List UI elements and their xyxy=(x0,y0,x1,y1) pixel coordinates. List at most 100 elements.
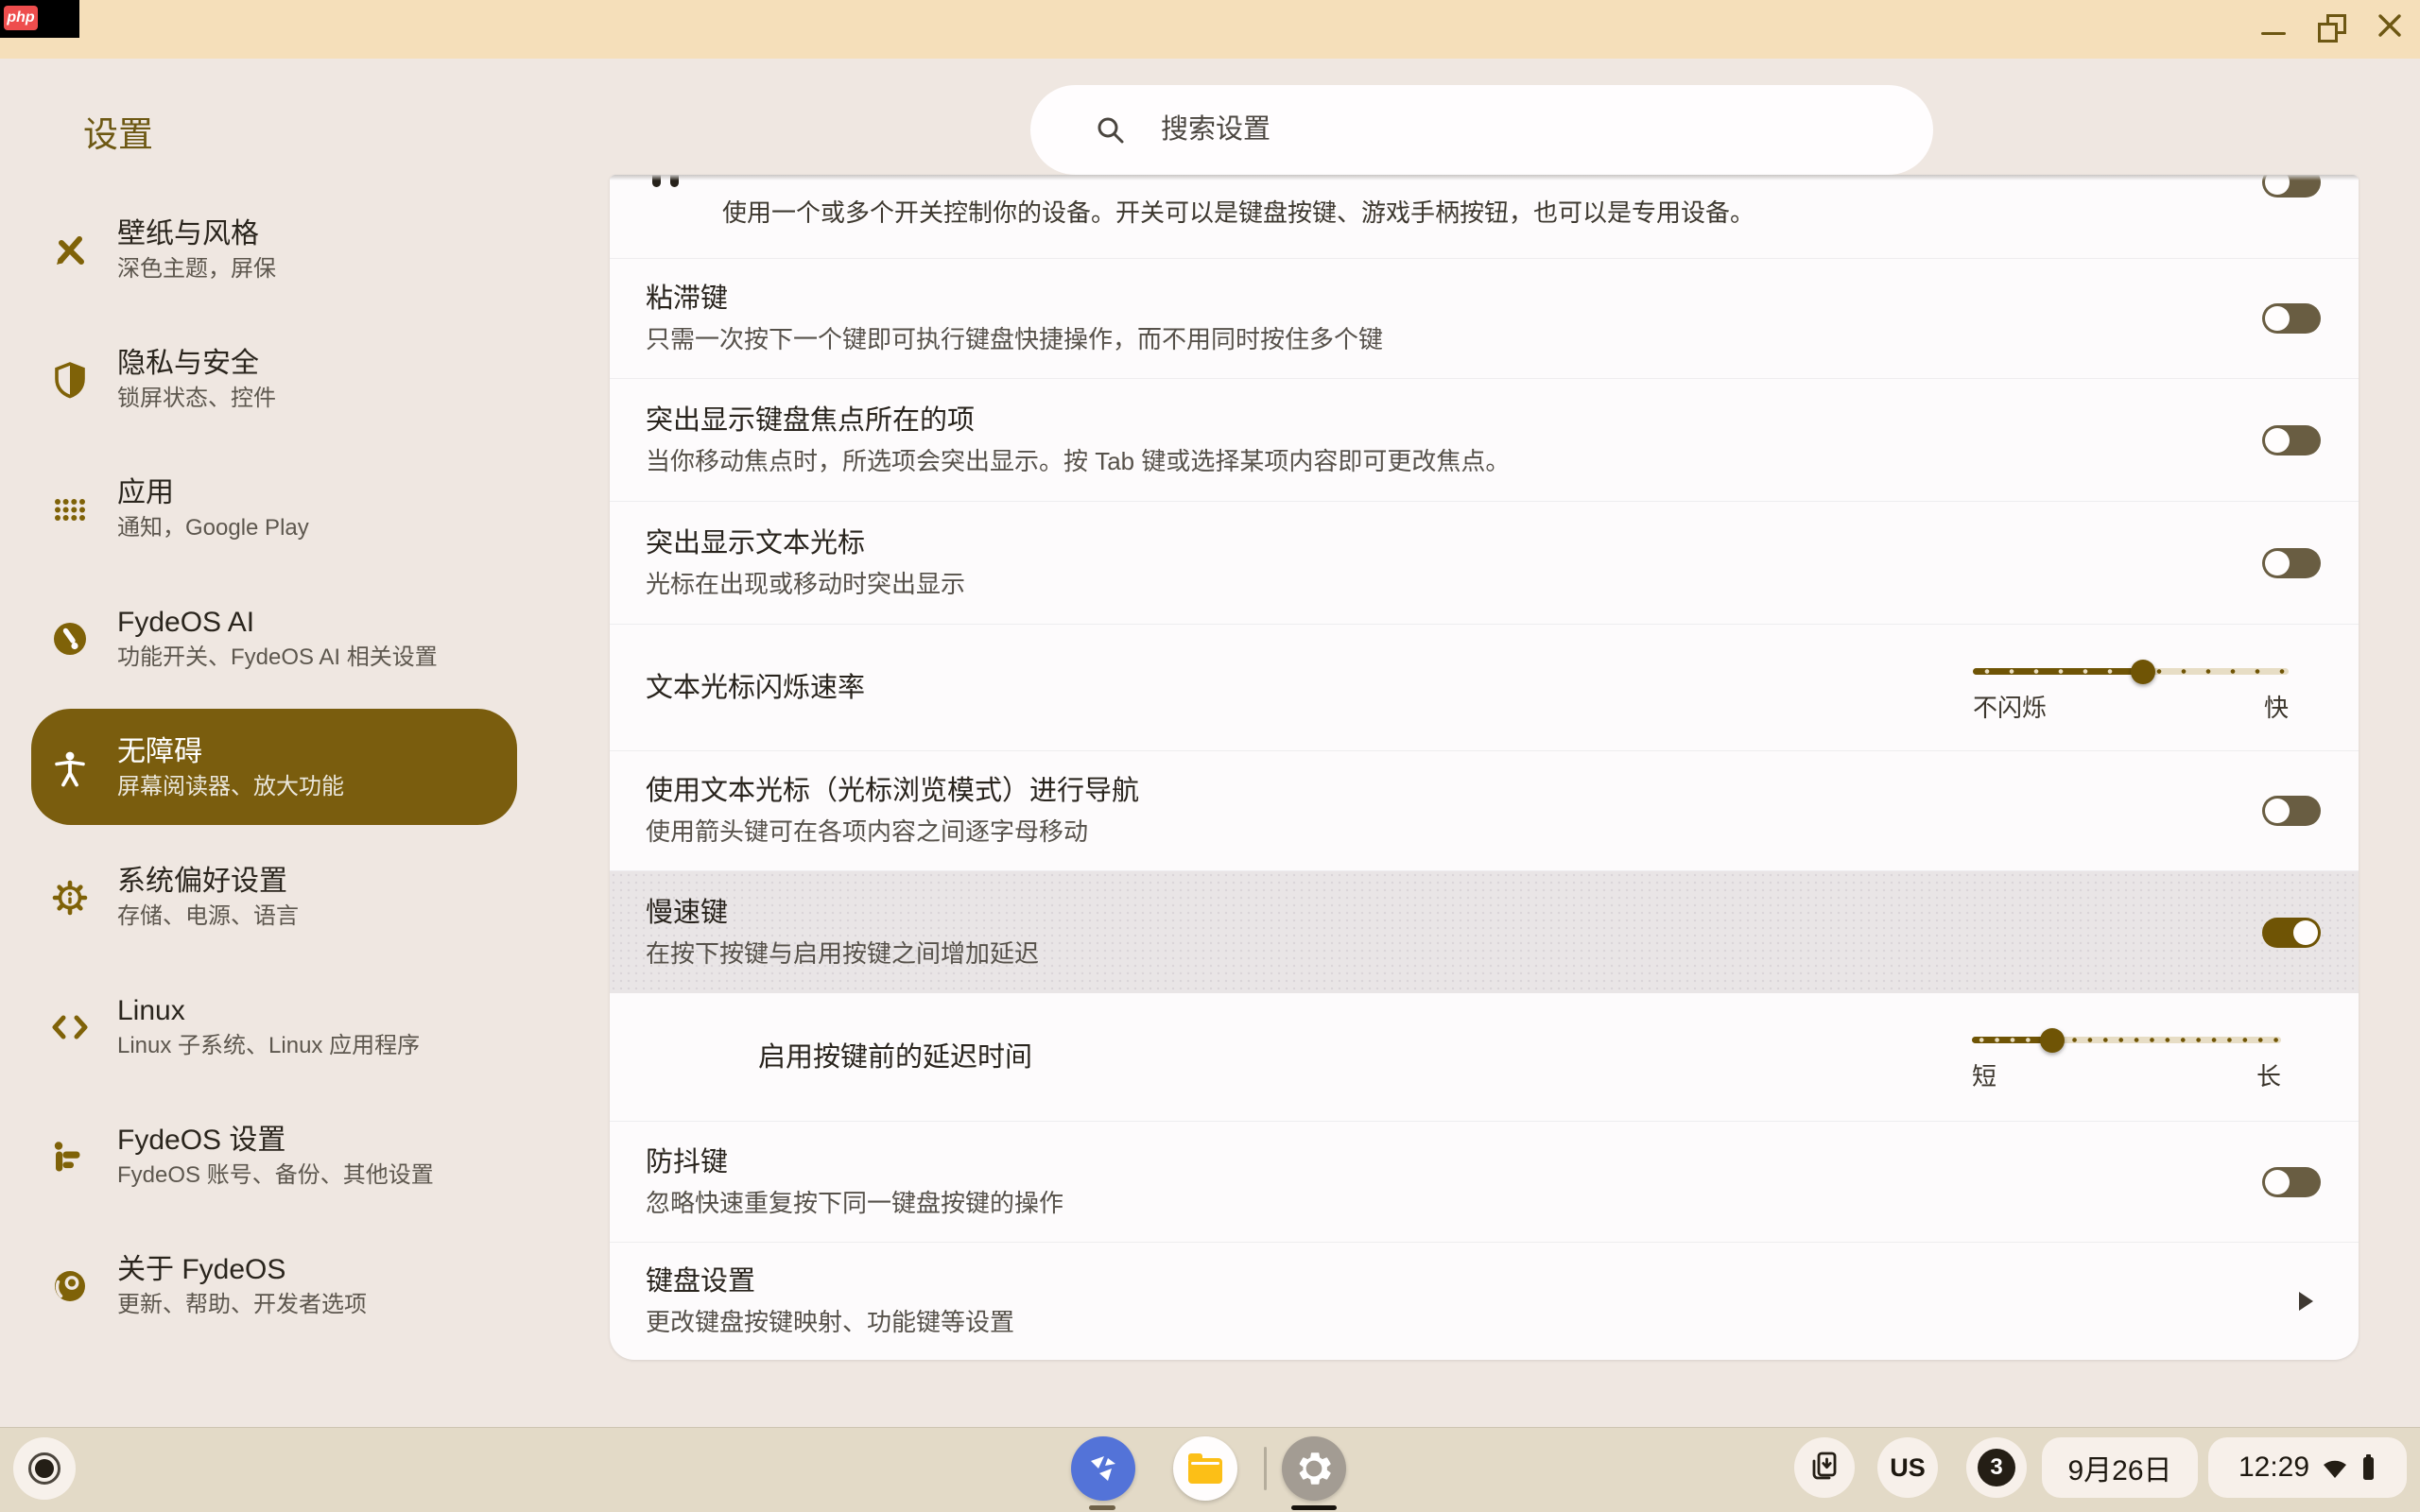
key-delay-row: 启用按键前的延迟时间 短 长 xyxy=(610,993,2359,1122)
settings-sidebar: 壁纸与风格 深色主题，屏保 隐私与安全 锁屏状态、控件 xyxy=(0,185,579,1350)
fydeos-settings-screen: { "colors": { "accent": "#7a5d0e", "togg… xyxy=(0,0,2420,1512)
sidebar-item-label: FydeOS AI xyxy=(117,604,438,642)
row-description: 使用箭头键可在各项内容之间逐字母移动 xyxy=(646,815,2217,849)
folder-icon xyxy=(1188,1458,1222,1484)
battery-icon xyxy=(2360,1452,2377,1483)
sidebar-item-privacy-security[interactable]: 隐私与安全 锁屏状态、控件 xyxy=(0,315,579,444)
sidebar-item-sublabel: 深色主题，屏保 xyxy=(117,253,276,285)
close-button[interactable] xyxy=(2377,12,2403,39)
page-title: 设置 xyxy=(83,106,153,157)
sidebar-item-fydeos-ai[interactable]: FydeOS AI 功能开关、FydeOS AI 相关设置 xyxy=(0,574,579,703)
gear-info-icon xyxy=(49,877,91,919)
caret-blink-rate-row: 文本光标闪烁速率 不闪烁 快 xyxy=(610,625,2359,751)
sidebar-item-about-fydeos[interactable]: 关于 FydeOS 更新、帮助、开发者选项 xyxy=(0,1221,579,1350)
date-button[interactable]: 9月26日 xyxy=(2042,1437,2198,1498)
sidebar-item-sublabel: FydeOS 账号、备份、其他设置 xyxy=(117,1160,434,1192)
search-bar[interactable] xyxy=(1030,85,1933,175)
sidebar-item-sublabel: 功能开关、FydeOS AI 相关设置 xyxy=(117,642,438,674)
fydeos-logo-icon xyxy=(49,1136,91,1177)
palette-pen-icon xyxy=(49,230,91,271)
date-label: 9月26日 xyxy=(2067,1447,2171,1488)
notification-badge: 3 xyxy=(1978,1449,2015,1486)
php-logo-icon: php xyxy=(4,6,38,30)
sidebar-item-sublabel: 锁屏状态、控件 xyxy=(117,383,276,415)
input-method-label: US xyxy=(1890,1453,1926,1483)
accessibility-icon xyxy=(49,747,91,789)
slider-knob[interactable] xyxy=(2131,660,2155,684)
row-description: 在按下按键与启用按键之间增加延迟 xyxy=(646,936,2217,971)
fydeos-ai-icon xyxy=(49,618,91,660)
window-tab[interactable]: php xyxy=(0,0,79,38)
sticky-keys-toggle[interactable] xyxy=(2262,303,2321,334)
slider-max-label: 长 xyxy=(2256,1062,2281,1091)
sidebar-item-label: 关于 FydeOS xyxy=(117,1251,367,1289)
sidebar-item-wallpaper-style[interactable]: 壁纸与风格 深色主题，屏保 xyxy=(0,185,579,315)
sidebar-item-system-preferences[interactable]: 系统偏好设置 存储、电源、语言 xyxy=(0,833,579,962)
switch-access-toggle[interactable] xyxy=(2262,175,2321,198)
row-description: 更改键盘按键映射、功能键等设置 xyxy=(646,1305,2217,1339)
shield-icon xyxy=(49,359,91,401)
chevron-right-icon xyxy=(2299,1292,2313,1311)
bounce-keys-toggle[interactable] xyxy=(2262,1167,2321,1197)
screen-capture-button[interactable] xyxy=(1794,1437,1855,1498)
sidebar-item-fydeos-settings[interactable]: FydeOS 设置 FydeOS 账号、备份、其他设置 xyxy=(0,1091,579,1221)
notification-counter-button[interactable]: 3 xyxy=(1966,1437,2027,1498)
close-icon xyxy=(2377,12,2403,39)
sidebar-item-accessibility[interactable]: 无障碍 屏幕阅读器、放大功能 xyxy=(0,703,579,833)
status-tray[interactable]: 12:29 xyxy=(2208,1437,2407,1498)
switch-access-row[interactable]: 使用一个或多个开关控制你的设备。开关可以是键盘按键、游戏手柄按钮，也可以是专用设… xyxy=(610,175,2359,259)
sticky-keys-row[interactable]: 粘滞键 只需一次按下一个键即可执行键盘快捷操作，而不用同时按住多个键 xyxy=(610,259,2359,379)
settings-app-button[interactable] xyxy=(1282,1436,1346,1501)
row-title: 键盘设置 xyxy=(646,1263,2217,1299)
slow-keys-row[interactable]: 慢速键 在按下按键与启用按键之间增加延迟 xyxy=(610,871,2359,993)
row-title: 突出显示文本光标 xyxy=(646,525,2217,561)
slow-keys-toggle[interactable] xyxy=(2262,918,2321,948)
key-delay-slider[interactable]: 短 长 xyxy=(1972,1037,2281,1091)
sidebar-item-sublabel: Linux 子系统、Linux 应用程序 xyxy=(117,1030,420,1062)
sidebar-item-label: 隐私与安全 xyxy=(117,345,276,383)
code-icon xyxy=(49,1006,91,1048)
highlight-caret-toggle[interactable] xyxy=(2262,548,2321,578)
sidebar-item-label: FydeOS 设置 xyxy=(117,1122,434,1160)
row-description: 当你移动焦点时，所选项会突出显示。按 Tab 键或选择某项内容即可更改焦点。 xyxy=(646,444,2217,478)
wifi-icon xyxy=(2321,1455,2349,1480)
minimize-button[interactable] xyxy=(2261,32,2286,35)
sidebar-item-linux[interactable]: Linux Linux 子系统、Linux 应用程序 xyxy=(0,962,579,1091)
sidebar-item-sublabel: 屏幕阅读器、放大功能 xyxy=(117,771,344,803)
keyboard-settings-row[interactable]: 键盘设置 更改键盘按键映射、功能键等设置 xyxy=(610,1243,2359,1360)
slider-min-label: 短 xyxy=(1972,1062,1996,1091)
search-input[interactable] xyxy=(1159,113,1824,146)
row-description: 忽略快速重复按下同一键盘按键的操作 xyxy=(646,1186,2217,1220)
browser-app-button[interactable] xyxy=(1071,1436,1135,1501)
highlight-focus-row[interactable]: 突出显示键盘焦点所在的项 当你移动焦点时，所选项会突出显示。按 Tab 键或选择… xyxy=(610,379,2359,502)
fydeos-browser-icon xyxy=(1082,1448,1124,1489)
sidebar-item-label: 无障碍 xyxy=(117,733,344,771)
shelf-divider xyxy=(1264,1447,1267,1490)
row-description: 只需一次按下一个键即可执行键盘快捷操作，而不用同时按住多个键 xyxy=(646,322,2217,356)
sidebar-item-apps[interactable]: 应用 通知，Google Play xyxy=(0,444,579,574)
caret-blink-rate-slider[interactable]: 不闪烁 快 xyxy=(1973,668,2289,722)
sidebar-item-label: Linux xyxy=(117,992,420,1030)
sidebar-item-sublabel: 通知，Google Play xyxy=(117,512,309,544)
caret-browsing-row[interactable]: 使用文本光标（光标浏览模式）进行导航 使用箭头键可在各项内容之间逐字母移动 xyxy=(610,751,2359,871)
input-method-button[interactable]: US xyxy=(1877,1437,1938,1498)
highlight-focus-toggle[interactable] xyxy=(2262,425,2321,455)
sidebar-item-label: 系统偏好设置 xyxy=(117,863,299,901)
highlight-caret-row[interactable]: 突出显示文本光标 光标在出现或移动时突出显示 xyxy=(610,502,2359,625)
row-title: 突出显示键盘焦点所在的项 xyxy=(646,403,2217,438)
restore-button[interactable] xyxy=(2318,14,2344,41)
caret-browsing-toggle[interactable] xyxy=(2262,796,2321,826)
gear-icon xyxy=(1292,1447,1336,1490)
launcher-button[interactable] xyxy=(13,1437,76,1500)
chrome-logo-icon xyxy=(49,1265,91,1307)
slider-knob[interactable] xyxy=(2040,1028,2065,1053)
screen-capture-icon xyxy=(1807,1451,1841,1485)
files-app-button[interactable] xyxy=(1173,1436,1237,1501)
search-icon xyxy=(1095,114,1127,146)
sidebar-item-label: 应用 xyxy=(117,474,309,512)
slider-max-label: 快 xyxy=(2264,694,2289,722)
bounce-keys-row[interactable]: 防抖键 忽略快速重复按下同一键盘按键的操作 xyxy=(610,1122,2359,1243)
switch-access-icon xyxy=(652,175,661,187)
row-title: 使用文本光标（光标浏览模式）进行导航 xyxy=(646,773,2217,809)
time-label: 12:29 xyxy=(2238,1452,2309,1484)
